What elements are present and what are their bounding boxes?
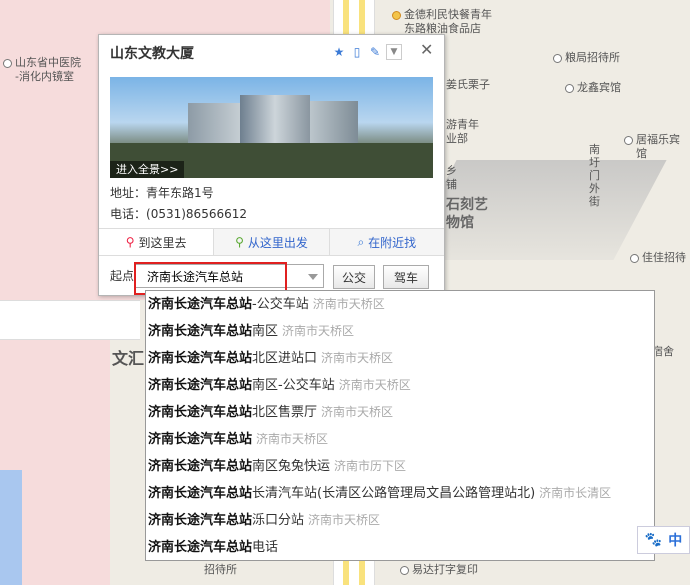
poi-dot-icon: [624, 136, 633, 145]
drive-button[interactable]: 驾车: [383, 265, 429, 289]
start-row: 起点: [110, 267, 136, 284]
bus-button[interactable]: 公交: [333, 265, 375, 289]
start-label: 起点: [110, 269, 135, 283]
place-photo[interactable]: 进入全景>>: [110, 77, 433, 178]
suggestion-item[interactable]: 济南长途汽车总站南区兔兔快运 济南市历下区: [146, 453, 654, 480]
place-info-window: 山东文教大厦 ★ ▯ ✎ ▼ ✕ 进入全景>> 地址：青年东路1号 电话：(05…: [98, 34, 445, 296]
paw-icon: 🐾: [644, 532, 663, 548]
suggestion-item[interactable]: 济南长途汽车总站长清汽车站(长清区公路管理局文昌公路管理站北) 济南市长清区: [146, 480, 654, 507]
poi-cake-shop[interactable]: 金德利民快餐青年 东路粮油食品店: [392, 8, 492, 36]
suggestion-list: 济南长途汽车总站-公交车站 济南市天桥区 济南长途汽车总站南区 济南市天桥区 济南长…: [145, 290, 655, 561]
magnifier-icon: ⌕: [357, 234, 365, 249]
poi-guesthouse[interactable]: 招待所: [204, 563, 237, 577]
popup-toolbar: ★ ▯ ✎ ▼: [332, 44, 402, 60]
suggestion-item[interactable]: 济南长途汽车总站-公交车站 济南市天桥区: [146, 291, 654, 318]
poi-dorm[interactable]: 宿舍: [652, 345, 674, 359]
address-label: 地址：: [110, 186, 147, 200]
suggestion-item[interactable]: 济南长途汽车总站电话: [146, 534, 654, 561]
poi-shop[interactable]: 乡 铺: [446, 164, 457, 192]
place-title: 山东文教大厦: [110, 46, 194, 62]
edit-icon[interactable]: ✎: [368, 45, 382, 59]
tab-search-nearby[interactable]: ⌕ 在附近找: [330, 229, 444, 255]
map-street-label: 南圩门外街: [589, 143, 600, 208]
poi-art-museum[interactable]: 石刻艺 物馆: [446, 196, 488, 232]
poi-dot-icon: [400, 566, 409, 575]
food-icon: [392, 11, 401, 20]
poi-chestnut[interactable]: 姜氏栗子: [446, 78, 490, 92]
poi-dot-icon: [553, 54, 562, 63]
phone-row: 电话：(0531)86566612: [110, 205, 247, 222]
poi-hospital[interactable]: 山东省中医院 -消化内镜室: [3, 56, 81, 84]
poi-hotel-1[interactable]: 粮局招待所: [553, 51, 620, 65]
poi-dot-icon: [630, 254, 639, 263]
map-river: [0, 470, 22, 585]
address-value: 青年东路1号: [146, 186, 214, 200]
phone-value: (0531)86566612: [146, 207, 247, 221]
phone-label: 电话：: [110, 207, 147, 221]
poi-hotel-3[interactable]: 居福乐宾馆: [624, 133, 690, 161]
green-pin-icon: ⚲: [235, 235, 244, 249]
suggestion-item[interactable]: 济南长途汽车总站 济南市天桥区: [146, 426, 654, 453]
phone-icon[interactable]: ▯: [350, 45, 364, 59]
map-road-horizontal: [0, 300, 140, 340]
poi-hotel-4[interactable]: 佳佳招待: [630, 251, 686, 265]
suggestion-item[interactable]: 济南长途汽车总站南区 济南市天桥区: [146, 318, 654, 345]
star-icon[interactable]: ★: [332, 45, 346, 59]
poi-wenhui[interactable]: 文汇: [112, 351, 144, 367]
red-pin-icon: ⚲: [125, 235, 135, 249]
poi-dot-icon: [3, 59, 12, 68]
suggestion-item[interactable]: 济南长途汽车总站南区-公交车站 济南市天桥区: [146, 372, 654, 399]
poi-dot-icon: [565, 84, 574, 93]
suggestion-item[interactable]: 济南长途汽车总站北区进站口 济南市天桥区: [146, 345, 654, 372]
tab-start-here[interactable]: ⚲ 从这里出发: [214, 229, 330, 255]
tab-go-here[interactable]: ⚲ 到这里去: [99, 229, 215, 255]
enter-panorama-link[interactable]: 进入全景>>: [110, 161, 185, 178]
address-row: 地址：青年东路1号: [110, 184, 214, 201]
language-toggle-button[interactable]: 🐾 中: [637, 526, 690, 554]
suggestion-item[interactable]: 济南长途汽车总站泺口分站 济南市天桥区: [146, 507, 654, 534]
route-tabs: ⚲ 到这里去 ⚲ 从这里出发 ⌕ 在附近找: [99, 228, 444, 256]
chevron-down-icon[interactable]: ▼: [386, 44, 402, 60]
dropdown-arrow-icon[interactable]: [308, 274, 318, 280]
suggestion-item[interactable]: 济南长途汽车总站北区售票厅 济南市天桥区: [146, 399, 654, 426]
poi-hotel-2[interactable]: 龙鑫宾馆: [565, 81, 621, 95]
poi-print-shop[interactable]: 易达打字复印: [400, 563, 478, 577]
poi-youth[interactable]: 游青年 业部: [446, 118, 479, 146]
close-icon[interactable]: ✕: [420, 40, 433, 59]
